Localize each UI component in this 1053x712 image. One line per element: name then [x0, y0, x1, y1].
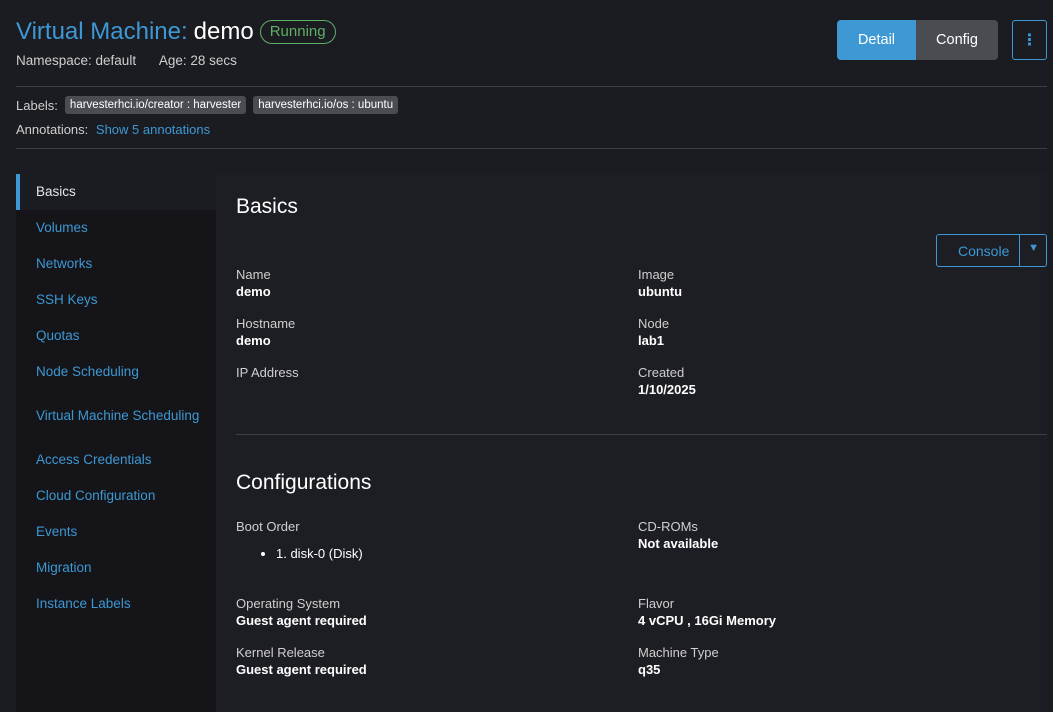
resource-name-title: demo: [193, 18, 254, 45]
kebab-icon: ⋮: [1021, 32, 1038, 49]
detail-button[interactable]: Detail: [837, 20, 916, 60]
boot-order-list: 1. disk-0 (Disk): [236, 546, 363, 561]
console-dropdown[interactable]: Console ▼: [936, 234, 1047, 267]
view-mode-toggle: Detail Config: [837, 20, 998, 60]
created-field: Created 1/10/2025: [638, 365, 696, 397]
annotations-row: Annotations: Show 5 annotations: [16, 122, 210, 137]
os-label: Operating System: [236, 596, 341, 611]
status-badge: Running: [259, 20, 336, 44]
kernel-value: Guest agent required: [236, 662, 367, 677]
machine-type-value: q35: [638, 662, 661, 677]
os-field: Operating System Guest agent required: [236, 596, 367, 628]
console-label: Console: [958, 242, 1010, 259]
tab-ssh-keys[interactable]: SSH Keys: [16, 282, 216, 318]
labels-divider: [16, 148, 1047, 149]
tab-access-credentials[interactable]: Access Credentials: [16, 442, 216, 478]
tab-cloud-configuration[interactable]: Cloud Configuration: [16, 478, 216, 514]
age-text: Age: 28 secs: [158, 53, 237, 68]
cdroms-value: Not available: [638, 536, 719, 551]
image-field: Image ubuntu: [638, 267, 682, 299]
kernel-field: Kernel Release Guest agent required: [236, 645, 367, 677]
header-divider: [16, 86, 1047, 87]
annotations-label: Annotations:: [16, 122, 89, 137]
boot-order-label: Boot Order: [236, 519, 300, 534]
boot-order-field: Boot Order 1. disk-0 (Disk): [236, 519, 363, 561]
label-chip: harvesterhci.io/creator : harvester: [64, 96, 247, 114]
tab-content: Basics Console ▼ Name demo Image ubuntu …: [216, 174, 1047, 712]
name-value: demo: [236, 284, 271, 299]
tab-quotas[interactable]: Quotas: [16, 318, 216, 354]
os-value: Guest agent required: [236, 613, 367, 628]
ip-field: IP Address: [236, 365, 299, 380]
more-actions-button[interactable]: ⋮: [1012, 20, 1047, 60]
created-value: 1/10/2025: [638, 382, 696, 397]
flavor-field: Flavor 4 vCPU , 16Gi Memory: [638, 596, 776, 628]
node-value: lab1: [638, 333, 665, 348]
kernel-label: Kernel Release: [236, 645, 325, 660]
side-tabs: Basics Volumes Networks SSH Keys Quotas …: [16, 174, 216, 712]
tab-instance-labels[interactable]: Instance Labels: [16, 586, 216, 622]
ip-label: IP Address: [236, 365, 299, 380]
node-label: Node: [638, 316, 670, 331]
labels-label: Labels:: [16, 97, 58, 113]
cdroms-field: CD-ROMs Not available: [638, 519, 718, 551]
hostname-label: Hostname: [236, 316, 296, 331]
flavor-value: 4 vCPU , 16Gi Memory: [638, 613, 776, 628]
image-label: Image: [638, 267, 675, 282]
show-annotations-link[interactable]: Show 5 annotations: [96, 122, 210, 137]
tab-basics[interactable]: Basics: [16, 174, 216, 210]
name-label: Name: [236, 267, 271, 282]
list-item: 1. disk-0 (Disk): [276, 546, 363, 561]
console-separator: [1019, 235, 1020, 266]
tab-node-scheduling[interactable]: Node Scheduling: [16, 354, 216, 390]
flavor-label: Flavor: [638, 596, 675, 611]
machine-type-field: Machine Type q35: [638, 645, 719, 677]
hostname-field: Hostname demo: [236, 316, 295, 348]
label-chip: harvesterhci.io/os : ubuntu: [253, 96, 399, 114]
image-value: ubuntu: [638, 284, 683, 299]
resource-type-title: Virtual Machine:: [16, 18, 188, 45]
labels-row: Labels: harvesterhci.io/creator : harves…: [16, 96, 399, 114]
tab-vm-scheduling[interactable]: Virtual Machine Scheduling: [16, 390, 216, 442]
configurations-title: Configurations: [236, 471, 372, 494]
config-button[interactable]: Config: [916, 20, 998, 60]
chevron-down-icon: ▼: [1028, 242, 1039, 254]
created-label: Created: [638, 365, 685, 380]
tab-networks[interactable]: Networks: [16, 246, 216, 282]
tab-migration[interactable]: Migration: [16, 550, 216, 586]
tab-volumes[interactable]: Volumes: [16, 210, 216, 246]
node-field: Node lab1: [638, 316, 669, 348]
cdroms-label: CD-ROMs: [638, 519, 698, 534]
machine-type-label: Machine Type: [638, 645, 719, 660]
tab-events[interactable]: Events: [16, 514, 216, 550]
name-field: Name demo: [236, 267, 271, 299]
basics-title: Basics: [236, 195, 298, 218]
namespace-text: Namespace: default: [16, 53, 137, 68]
hostname-value: demo: [236, 333, 271, 348]
section-divider: [236, 434, 1047, 435]
